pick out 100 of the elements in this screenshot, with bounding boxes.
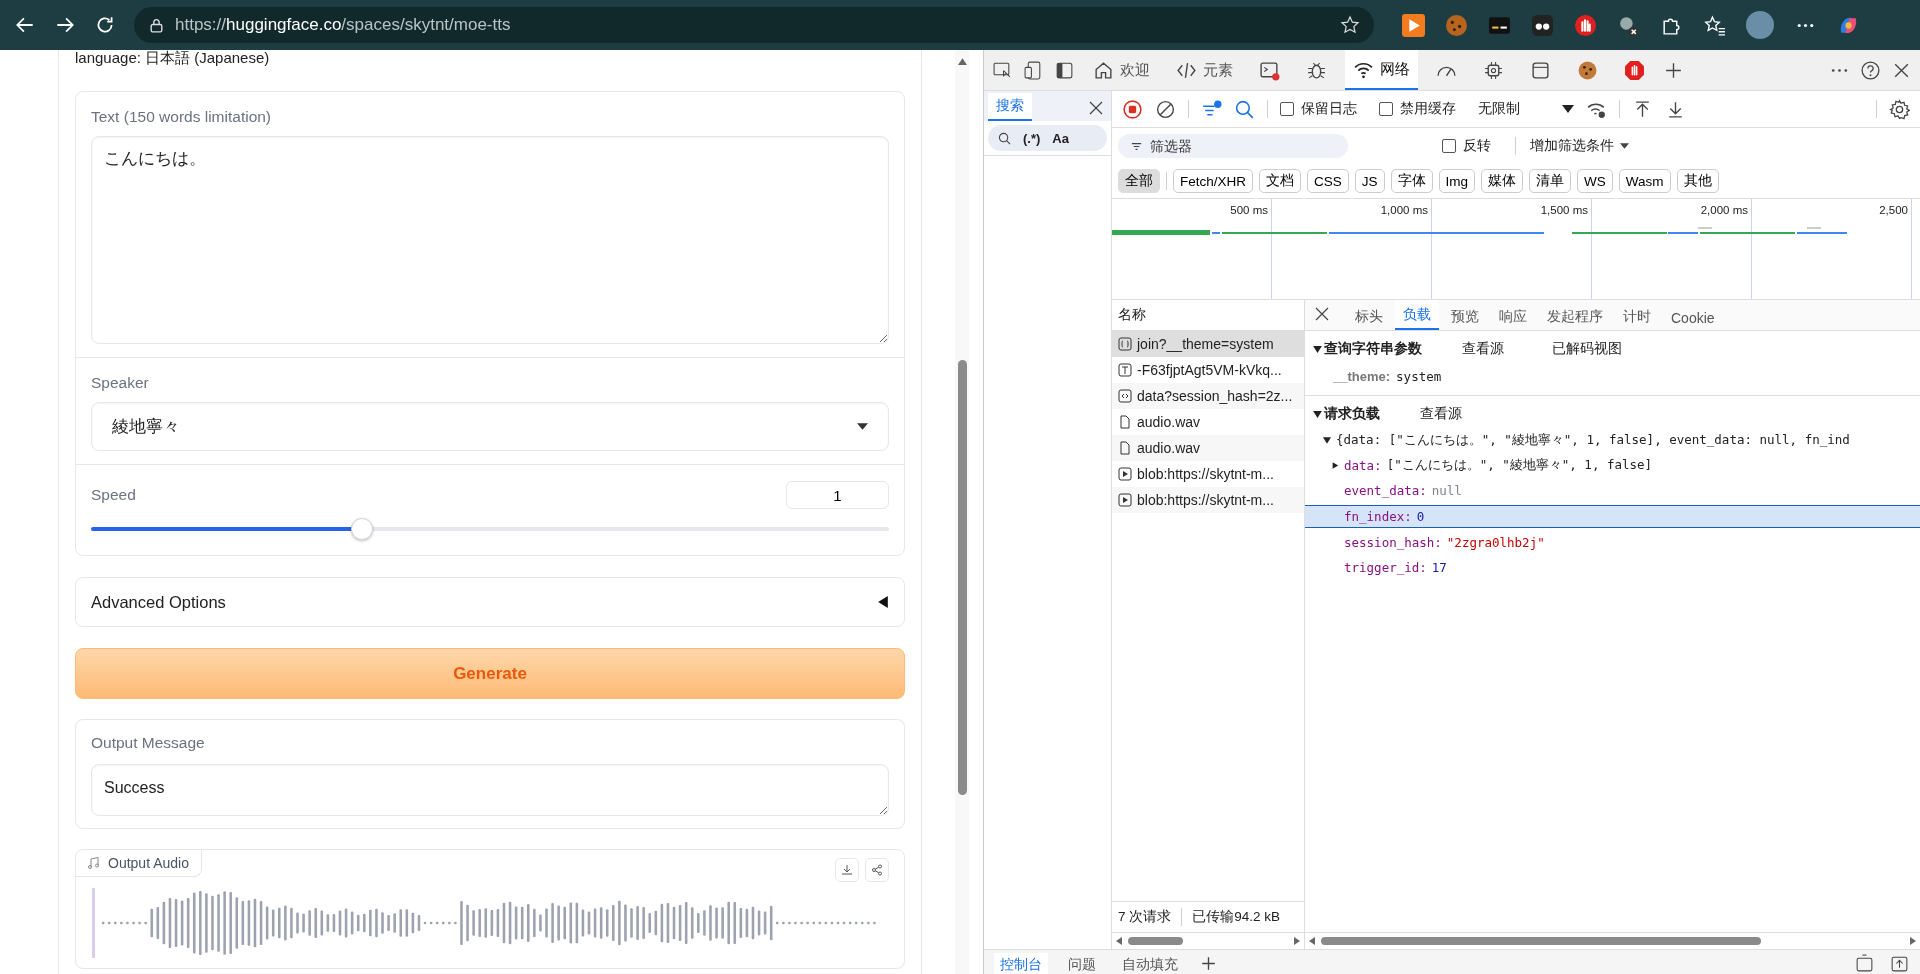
view-toggle-link[interactable]: 查看源: [1420, 405, 1462, 423]
type-filter-chip[interactable]: 文档: [1259, 169, 1302, 193]
music-note-icon: [88, 857, 100, 869]
document-icon: [1118, 441, 1132, 455]
payload-field-row[interactable]: fn_index: 0: [1305, 505, 1920, 528]
caret-icon[interactable]: [1620, 143, 1629, 149]
play-icon[interactable]: [1402, 13, 1425, 37]
cookie-icon[interactable]: [1445, 13, 1468, 37]
add-filter-dropdown[interactable]: 增加筛选条件: [1530, 137, 1614, 155]
profile-avatar[interactable]: [1746, 11, 1774, 39]
speed-number-field[interactable]: 1: [786, 481, 889, 509]
type-filter-chip[interactable]: Img: [1438, 169, 1476, 193]
devtools-tab[interactable]: 欢迎: [1085, 50, 1158, 90]
payload-field-row[interactable]: session_hash: "2zgra0lhb2j": [1305, 532, 1920, 553]
type-filter-chip[interactable]: 字体: [1390, 169, 1433, 193]
devtools-tab[interactable]: 元素: [1168, 50, 1241, 90]
match-case-toggle[interactable]: Aa: [1052, 130, 1069, 146]
type-filter-chip[interactable]: 清单: [1529, 169, 1572, 193]
type-filter-chip[interactable]: CSS: [1307, 169, 1349, 193]
help-icon[interactable]: [1860, 59, 1881, 81]
speed-slider[interactable]: [91, 517, 889, 541]
payload-field-row[interactable]: data: ["こんにちは。", "綾地寧々", 1, false]: [1305, 455, 1920, 476]
drawer-tab[interactable]: 问题: [1062, 953, 1102, 974]
filter-field[interactable]: 筛选器: [1118, 134, 1348, 158]
tree-toggle-icon[interactable]: [1331, 462, 1339, 469]
view-toggle-link[interactable]: 已解码视图: [1552, 340, 1622, 358]
favorites-icon[interactable]: [1703, 13, 1726, 37]
detail-tab[interactable]: 发起程序: [1539, 302, 1611, 330]
type-filter-chip[interactable]: WS: [1577, 169, 1613, 193]
field-label: Speed: [91, 486, 136, 504]
settings-icon[interactable]: [1889, 98, 1910, 120]
view-toggle-link[interactable]: 查看源: [1462, 340, 1504, 358]
share-icon: [871, 864, 883, 876]
lock-icon[interactable]: [148, 16, 165, 34]
regex-toggle[interactable]: (.*): [1023, 130, 1041, 146]
play-icon: [1118, 467, 1132, 481]
scroll-right-icon[interactable]: [1910, 937, 1916, 945]
timeline-tick-label: 1,500 ms: [1540, 204, 1588, 216]
search-field[interactable]: (.*) Aa: [988, 125, 1107, 151]
scroll-up-icon[interactable]: [957, 58, 967, 65]
scroll-right-icon[interactable]: [1294, 937, 1300, 945]
search-icon[interactable]: [1234, 98, 1255, 120]
throttle-dropdown[interactable]: 无限制: [1478, 100, 1520, 118]
type-filter-chip[interactable]: Fetch/XHR: [1173, 169, 1254, 193]
devtools-tab[interactable]: 网络: [1345, 50, 1418, 90]
expand-triangle-icon[interactable]: [1313, 410, 1322, 418]
drawer-tab[interactable]: 控制台: [994, 953, 1048, 974]
text-input-field[interactable]: こんにちは。: [91, 136, 889, 344]
request-row[interactable]: -F63fjptAgt5VM-kVkq...: [1112, 357, 1304, 383]
clear-icon[interactable]: [1155, 98, 1176, 120]
scroll-left-icon[interactable]: [1309, 937, 1315, 945]
close-icon[interactable]: [1089, 101, 1103, 115]
search-tab[interactable]: 搜索: [988, 93, 1032, 121]
type-filter-chip[interactable]: 媒体: [1481, 169, 1524, 193]
checkbox-option[interactable]: 禁用缓存: [1379, 100, 1456, 118]
detail-tab[interactable]: 计时: [1615, 302, 1659, 330]
type-filter-chip[interactable]: JS: [1354, 169, 1385, 193]
type-filter-chip[interactable]: Wasm: [1618, 169, 1671, 193]
dock-icon[interactable]: [1854, 953, 1875, 974]
tree-toggle-icon[interactable]: [1323, 437, 1331, 444]
close-icon[interactable]: [1315, 307, 1329, 321]
expand-triangle-icon[interactable]: [1313, 345, 1322, 353]
timeline-tick-label: 2,500: [1879, 204, 1908, 216]
detail-tab[interactable]: 响应: [1491, 302, 1535, 330]
request-row[interactable]: blob:https://skytnt-m...: [1112, 487, 1304, 513]
output-message-field[interactable]: Success: [91, 764, 889, 816]
output-audio-label: Output Audio: [76, 850, 202, 877]
advanced-options-toggle[interactable]: Advanced Options: [75, 577, 905, 627]
request-row[interactable]: join?__theme=system: [1112, 331, 1304, 357]
invert-checkbox[interactable]: 反转: [1442, 137, 1491, 155]
type-filter-chip[interactable]: 全部: [1118, 169, 1160, 193]
braces-icon: [1118, 337, 1132, 351]
hand-icon[interactable]: [1574, 13, 1597, 37]
request-row[interactable]: audio.wav: [1112, 435, 1304, 461]
share-button[interactable]: [865, 858, 889, 882]
detail-tab[interactable]: 标头: [1347, 302, 1391, 330]
checkbox-option[interactable]: 保留日志: [1280, 100, 1357, 118]
detail-tab[interactable]: 预览: [1443, 302, 1487, 330]
record-icon[interactable]: [1122, 98, 1143, 120]
request-row[interactable]: audio.wav: [1112, 409, 1304, 435]
drawer-tab[interactable]: 自动填充: [1116, 953, 1184, 974]
field-value: 0: [1416, 509, 1425, 524]
caret-icon[interactable]: [1562, 105, 1574, 113]
speaker-dropdown[interactable]: 綾地寧々: [91, 402, 889, 451]
request-row[interactable]: data?session_hash=2z...: [1112, 383, 1304, 409]
payload-field-row[interactable]: trigger_id: 17: [1305, 557, 1920, 578]
payload-field-row[interactable]: event_data: null: [1305, 480, 1920, 501]
page-scrollbar[interactable]: [955, 50, 969, 974]
type-filter-chip[interactable]: 其他: [1676, 169, 1719, 193]
field-key: event_data:: [1344, 483, 1427, 498]
text-icon: [1118, 363, 1132, 377]
address-bar[interactable]: https://huggingface.co/spaces/skytnt/moe-tts: [134, 7, 1374, 43]
code-icon: [1118, 389, 1132, 403]
mask-icon[interactable]: [1531, 13, 1554, 37]
request-row[interactable]: blob:https://skytnt-m...: [1112, 461, 1304, 487]
star-icon[interactable]: [1340, 15, 1360, 35]
detail-tab[interactable]: 负载: [1395, 300, 1439, 330]
scroll-left-icon[interactable]: [1116, 937, 1122, 945]
timeline-overview[interactable]: 500 ms 1,000 ms 1,500 ms 2,000 ms 2,500: [1112, 198, 1920, 300]
detail-tab[interactable]: Cookie: [1663, 304, 1723, 330]
